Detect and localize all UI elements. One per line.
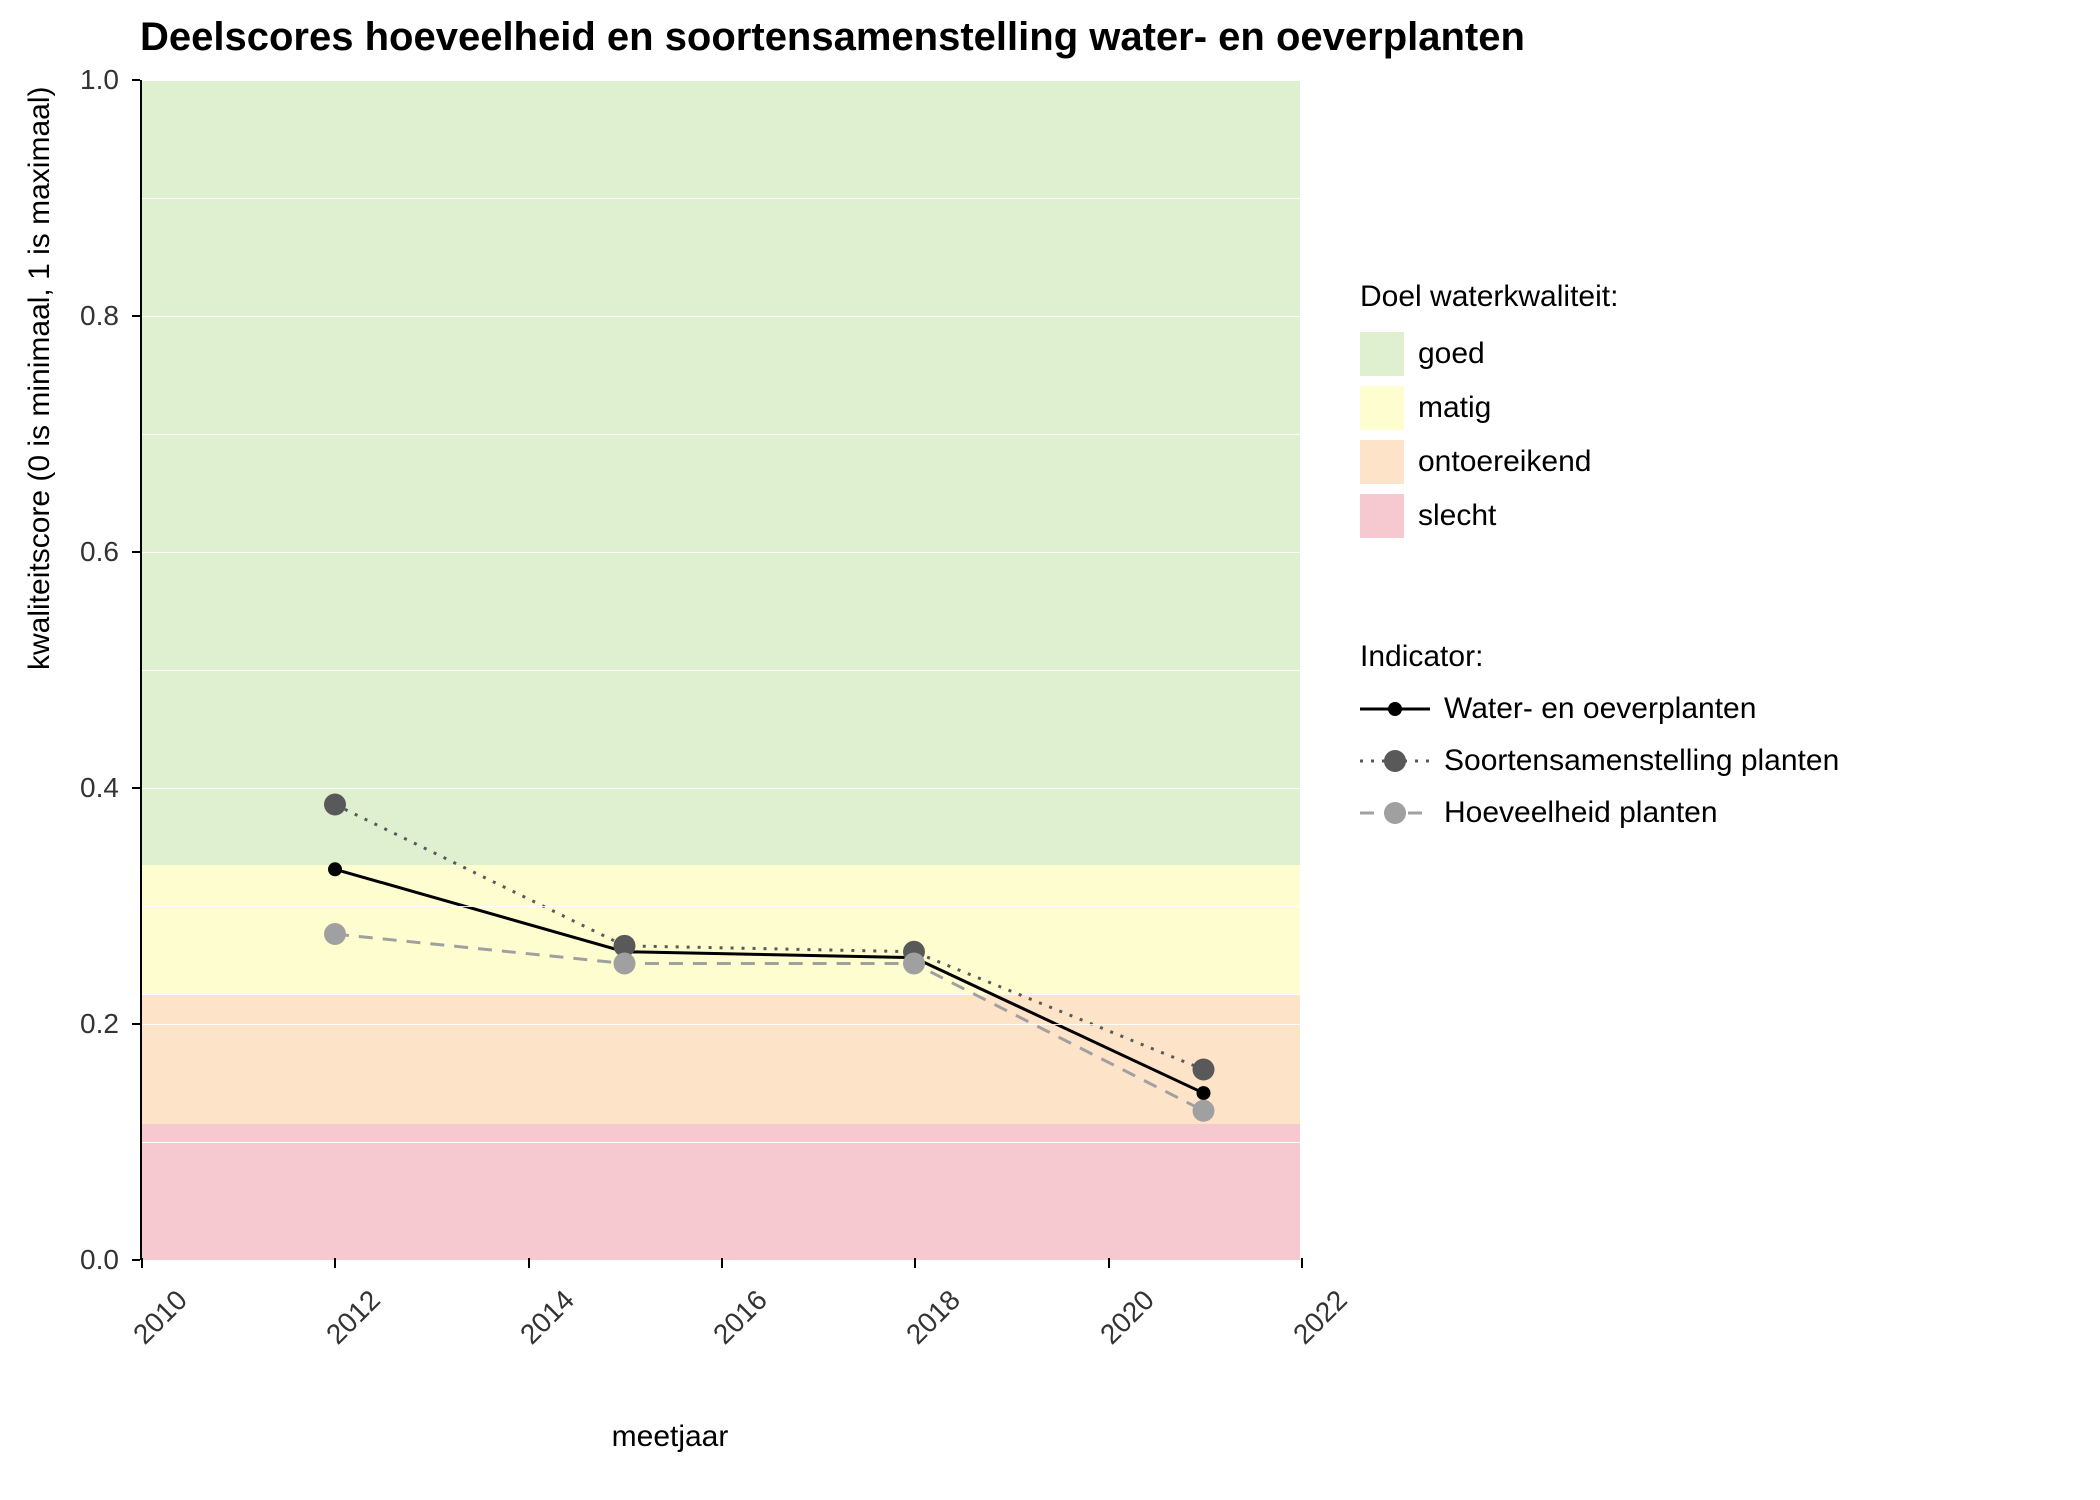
legend-indicators-items: Water- en oeverplanten Soortensamenstelli… xyxy=(1360,692,1839,830)
gridline xyxy=(142,198,1300,199)
legend-band-label: goed xyxy=(1418,337,1485,371)
legend-band-label: slecht xyxy=(1418,499,1496,533)
legend-band-item: slecht xyxy=(1360,494,1618,538)
legend-indicator-icon xyxy=(1360,798,1430,828)
y-tick-label: 0.0 xyxy=(80,1244,918,1276)
chart-lines-svg xyxy=(142,80,1300,1258)
legend-band-label: ontoereikend xyxy=(1418,445,1591,479)
y-tick-label: 0.8 xyxy=(80,300,918,332)
legend-indicator-label: Hoeveelheid planten xyxy=(1444,796,1718,830)
legend-bands: Doel waterkwaliteit: goed matig ontoereike… xyxy=(1360,280,1618,548)
y-tick-label: 1.0 xyxy=(80,64,918,96)
series-line xyxy=(335,869,1204,1093)
legend-swatch xyxy=(1360,332,1404,376)
legend-indicator-label: Water- en oeverplanten xyxy=(1444,692,1756,726)
legend-swatch xyxy=(1360,386,1404,430)
y-tick-label: 0.4 xyxy=(80,772,918,804)
series-point xyxy=(1197,1086,1211,1100)
legend-swatch xyxy=(1360,440,1404,484)
plot-area xyxy=(140,80,1300,1260)
legend-band-label: matig xyxy=(1418,391,1491,425)
y-axis-title: kwaliteitscore (0 is minimaal, 1 is maxi… xyxy=(23,87,57,670)
legend-bands-title: Doel waterkwaliteit: xyxy=(1360,280,1618,314)
x-axis-title: meetjaar xyxy=(612,1420,729,1454)
legend-band-item: ontoereikend xyxy=(1360,440,1618,484)
gridline xyxy=(142,1142,1300,1143)
legend-indicator-item: Water- en oeverplanten xyxy=(1360,692,1839,726)
legend-indicator-label: Soortensamenstelling planten xyxy=(1444,744,1839,778)
series-point xyxy=(324,923,346,945)
gridline xyxy=(142,434,1300,435)
x-tick xyxy=(1301,1258,1303,1268)
series-point xyxy=(903,953,925,975)
legend-band-item: matig xyxy=(1360,386,1618,430)
y-tick-label: 0.6 xyxy=(80,536,918,568)
series-point xyxy=(1193,1100,1215,1122)
chart-title: Deelscores hoeveelheid en soortensamenst… xyxy=(140,15,1525,60)
legend-swatch xyxy=(1360,494,1404,538)
gridline xyxy=(142,906,1300,907)
legend-indicators-title: Indicator: xyxy=(1360,640,1839,674)
gridline xyxy=(142,670,1300,671)
legend-indicator-icon xyxy=(1360,694,1430,724)
legend-indicator-item: Soortensamenstelling planten xyxy=(1360,744,1839,778)
legend-indicators: Indicator: Water- en oeverplanten Soorten… xyxy=(1360,640,1839,848)
y-tick-label: 0.2 xyxy=(80,1008,918,1040)
legend-indicator-item: Hoeveelheid planten xyxy=(1360,796,1839,830)
legend-indicator-icon xyxy=(1360,746,1430,776)
series-point xyxy=(614,953,636,975)
series-point xyxy=(328,862,342,876)
series-point xyxy=(1193,1059,1215,1081)
legend-band-item: goed xyxy=(1360,332,1618,376)
x-tick xyxy=(1108,1258,1110,1268)
legend-bands-items: goed matig ontoereikend slecht xyxy=(1360,332,1618,538)
